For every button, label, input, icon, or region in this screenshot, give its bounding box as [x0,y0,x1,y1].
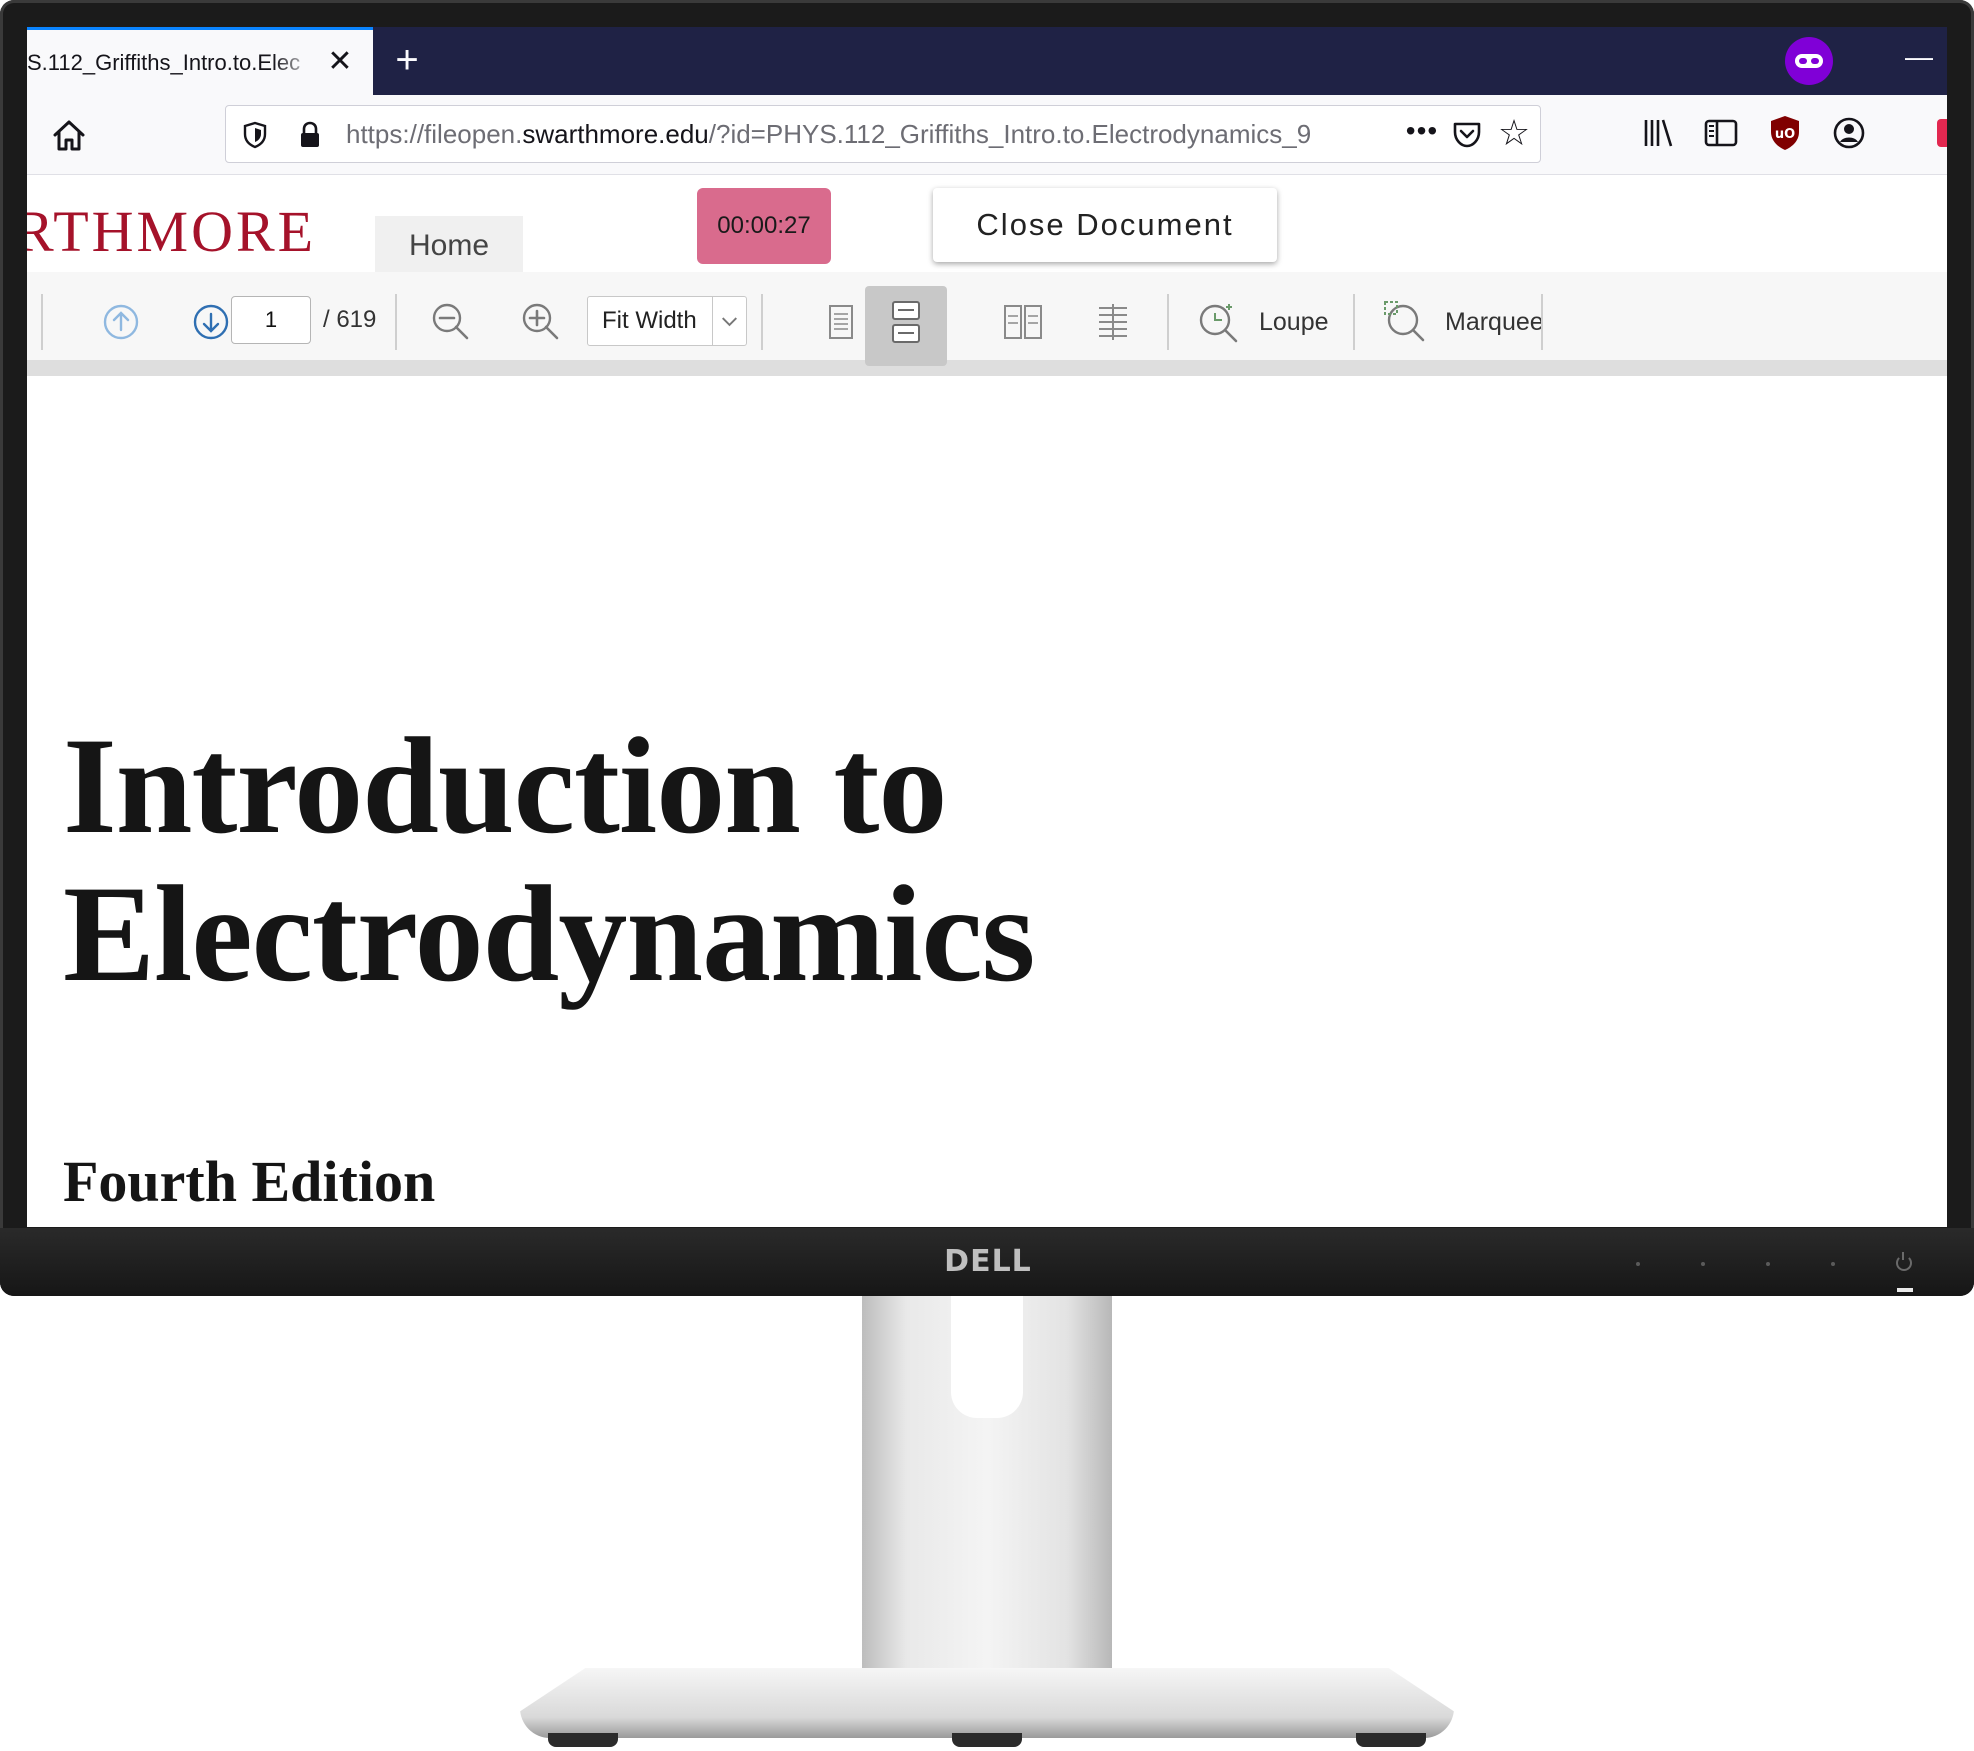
monitor-stand-foot [548,1733,618,1747]
zoom-out-icon[interactable] [425,296,477,348]
monitor-stand-cable-hole [951,1296,1023,1418]
monitor-brand-logo: DELL [944,1244,1032,1279]
document-edition: Fourth Edition [63,1149,436,1214]
toolbar-divider [41,294,43,350]
chevron-down-icon [712,297,737,345]
new-tab-button[interactable]: + [385,39,429,83]
toolbar-divider [1541,294,1543,350]
zoom-level-value: Fit Width [602,307,697,334]
sidebar-icon[interactable] [1701,113,1741,153]
loupe-icon[interactable] [1193,296,1245,348]
two-page-view-icon[interactable] [997,296,1049,348]
continuous-view-icon[interactable] [880,296,932,348]
web-page: RTHMORE Home 00:00:27 Close Document 1 /… [27,176,1947,1227]
next-page-icon[interactable] [185,296,237,348]
viewer-toolbar: 1 / 619 Fit Width Loupe Marquee [27,272,1947,376]
document-title-line-2: Electrodynamics [63,857,1035,1010]
site-brand-logo: RTHMORE [27,199,317,264]
monitor-button[interactable] [1831,1262,1835,1266]
previous-page-icon[interactable] [95,296,147,348]
extension-icon[interactable] [1931,113,1947,153]
browser-tab-active[interactable]: S.112_Griffiths_Intro.to.Elec ✕ [27,27,373,95]
url-bar[interactable]: https://fileopen.swarthmore.edu/?id=PHYS… [225,105,1541,163]
site-header: RTHMORE Home 00:00:27 Close Document [27,176,1947,272]
home-tab[interactable]: Home [375,216,523,272]
close-document-button[interactable]: Close Document [933,188,1277,262]
ublock-origin-icon[interactable]: uO [1765,113,1805,153]
page-total-label: / 619 [323,306,377,333]
toolbar-divider [1167,294,1169,350]
browser-tab-bar: S.112_Griffiths_Intro.to.Elec ✕ + — [27,27,1947,95]
toolbar-divider [395,294,397,350]
marquee-label[interactable]: Marquee [1445,296,1544,348]
document-page: Introduction to Electrodynamics Fourth E… [27,392,1947,1227]
monitor-stand-base [520,1668,1454,1738]
minimize-window-button[interactable]: — [1899,37,1939,77]
page-number-input[interactable]: 1 [231,296,311,344]
lock-icon[interactable] [296,120,324,150]
zoom-in-icon[interactable] [515,296,567,348]
toolbar-divider [761,294,763,350]
monitor-stand-foot [952,1733,1022,1747]
toolbar-divider [1353,294,1355,350]
tracking-protection-shield-icon[interactable] [240,120,270,150]
home-icon[interactable] [45,111,93,159]
loupe-label[interactable]: Loupe [1259,296,1329,348]
close-tab-icon[interactable]: ✕ [327,47,353,77]
monitor-button[interactable] [1701,1262,1705,1266]
screen: S.112_Griffiths_Intro.to.Elec ✕ + — http… [27,27,1947,1227]
monitor-stand-foot [1356,1733,1426,1747]
svg-text:uO: uO [1775,127,1795,142]
library-icon[interactable] [1639,113,1679,153]
account-icon[interactable] [1829,113,1869,153]
browser-nav-bar: https://fileopen.swarthmore.edu/?id=PHYS… [27,95,1947,175]
url-text[interactable]: https://fileopen.swarthmore.edu/?id=PHYS… [346,106,1386,162]
bookmark-star-icon[interactable]: ☆ [1496,115,1532,153]
text-reflow-icon[interactable] [1087,296,1139,348]
marquee-zoom-icon[interactable] [1379,296,1431,348]
power-icon[interactable] [1896,1252,1912,1271]
single-page-view-icon[interactable] [815,296,867,348]
document-title-line-1: Introduction to [63,709,947,862]
tab-title: S.112_Griffiths_Intro.to.Elec [27,49,301,75]
page-actions-menu-button[interactable]: ••• [1402,114,1442,154]
power-led [1897,1288,1913,1292]
monitor-button[interactable] [1766,1262,1770,1266]
pocket-icon[interactable] [1450,117,1484,151]
monitor-button[interactable] [1636,1262,1640,1266]
zoom-level-select[interactable]: Fit Width [587,296,747,346]
document-title: Introduction to Electrodynamics [63,709,1035,1010]
session-timer: 00:00:27 [697,188,831,264]
private-browsing-icon [1785,37,1833,85]
